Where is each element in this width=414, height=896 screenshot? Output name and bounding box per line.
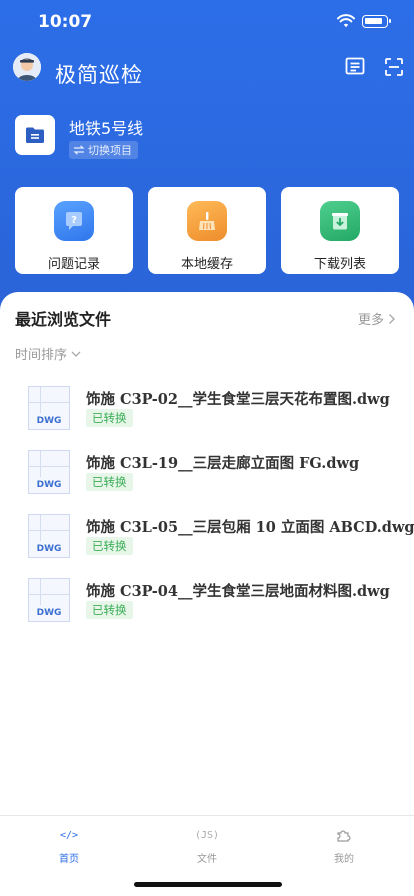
- project-icon: [15, 115, 55, 155]
- tab-mine[interactable]: 我的: [304, 826, 384, 865]
- tab-files-label: 文件: [197, 854, 217, 865]
- file-row[interactable]: DWG 饰施 C3P-02__学生食堂三层天花布置图.dwg 已转换: [28, 386, 398, 434]
- file-row[interactable]: DWG 饰施 C3P-04__学生食堂三层地面材料图.dwg 已转换: [28, 578, 398, 626]
- file-status-badge: 已转换: [86, 537, 133, 555]
- tab-home[interactable]: </> 首页: [29, 826, 109, 866]
- file-row[interactable]: DWG 饰施 C3L-19__三层走廊立面图 FG.dwg 已转换: [28, 450, 398, 498]
- more-link[interactable]: 更多: [358, 309, 396, 328]
- file-name: 饰施 C3L-19__三层走廊立面图 FG.dwg: [86, 455, 360, 472]
- sort-dropdown[interactable]: 时间排序: [15, 344, 81, 363]
- dwg-file-icon: DWG: [28, 578, 70, 622]
- file-type-tag: DWG: [36, 416, 62, 426]
- file-type-tag: DWG: [36, 544, 62, 554]
- dwg-file-icon: DWG: [28, 450, 70, 494]
- more-label: 更多: [358, 313, 385, 328]
- download-list-label: 下载列表: [313, 257, 366, 272]
- wifi-icon: [337, 14, 355, 28]
- avatar[interactable]: [13, 53, 41, 81]
- tab-files[interactable]: (JS) 文件: [167, 826, 247, 866]
- recent-files-title: 最近浏览文件: [15, 310, 112, 329]
- header-background: [0, 0, 414, 340]
- file-name: 饰施 C3L-05__三层包厢 10 立面图 ABCD.dwg: [86, 519, 414, 536]
- file-row[interactable]: DWG 饰施 C3L-05__三层包厢 10 立面图 ABCD.dwg 已转换: [28, 514, 414, 562]
- issue-records-label: 问题记录: [47, 257, 100, 272]
- download-list-card[interactable]: 下载列表: [281, 187, 399, 274]
- local-cache-card[interactable]: 本地缓存: [148, 187, 266, 274]
- folder-icon: [26, 127, 44, 143]
- chevron-right-icon: [389, 313, 396, 324]
- puzzle-icon: [304, 826, 384, 844]
- question-icon: ?: [54, 201, 94, 241]
- document-list-icon[interactable]: [344, 56, 366, 78]
- svg-text:?: ?: [71, 215, 77, 226]
- file-status-badge: 已转换: [86, 409, 133, 427]
- code-icon: </>: [59, 829, 79, 841]
- project-name: 地铁5号线: [69, 119, 144, 138]
- broom-icon: [187, 201, 227, 241]
- status-bar: 10:07: [0, 0, 414, 44]
- tab-home-label: 首页: [59, 854, 79, 865]
- avatar-person-icon: [13, 53, 41, 81]
- swap-arrows-icon: [73, 145, 85, 155]
- app-title: 极简巡检: [55, 63, 143, 87]
- dwg-file-icon: DWG: [28, 386, 70, 430]
- switch-project-button[interactable]: 切换项目: [69, 141, 138, 159]
- status-time: 10:07: [38, 12, 93, 32]
- dwg-file-icon: DWG: [28, 514, 70, 558]
- file-type-tag: DWG: [36, 608, 62, 618]
- file-status-badge: 已转换: [86, 601, 133, 619]
- switch-project-label: 切换项目: [88, 144, 132, 157]
- issue-records-card[interactable]: ? 问题记录: [15, 187, 133, 274]
- local-cache-label: 本地缓存: [180, 257, 233, 272]
- download-box-icon: [320, 201, 360, 241]
- file-status-badge: 已转换: [86, 473, 133, 491]
- scan-icon[interactable]: [383, 56, 405, 78]
- sort-label: 时间排序: [15, 348, 68, 363]
- js-icon: (JS): [194, 829, 220, 841]
- file-name: 饰施 C3P-02__学生食堂三层天花布置图.dwg: [86, 391, 390, 408]
- home-indicator: [134, 882, 282, 887]
- recent-files-panel: 最近浏览文件 更多 时间排序 DWG 饰施 C3P-02__学生食堂三层天花布置…: [0, 292, 414, 815]
- file-name: 饰施 C3P-04__学生食堂三层地面材料图.dwg: [86, 583, 390, 600]
- chevron-down-icon: [71, 351, 81, 357]
- tab-mine-label: 我的: [334, 854, 354, 865]
- file-type-tag: DWG: [36, 480, 62, 490]
- battery-icon: [362, 15, 391, 28]
